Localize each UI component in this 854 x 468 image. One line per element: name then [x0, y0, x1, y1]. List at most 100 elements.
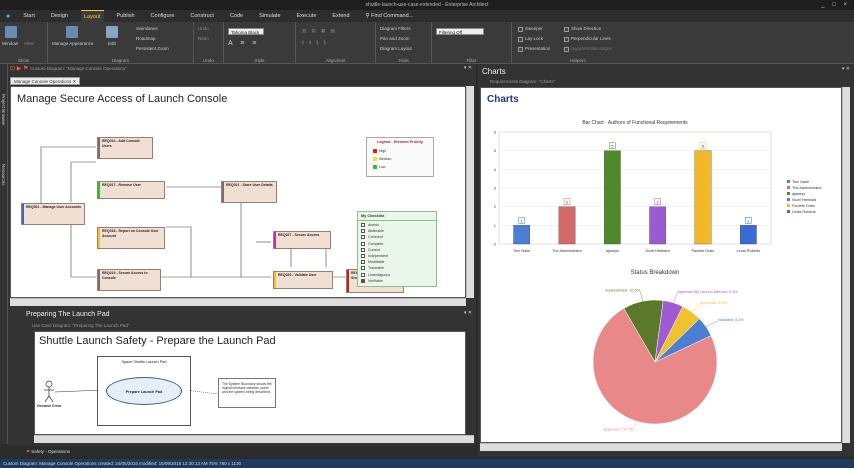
menu-simulate[interactable]: Simulate	[256, 10, 283, 22]
req-card-REQ020[interactable]: REQ020 - Validate User	[273, 271, 333, 289]
main-vertical-scrollbar[interactable]	[466, 86, 474, 298]
checkbox-icon[interactable]	[361, 235, 365, 240]
system-boundary[interactable]: Space Shuttle Launch Pad Prepare Launch …	[97, 356, 191, 426]
roadmap-button[interactable]: Roadmap	[136, 36, 156, 41]
align-buttons[interactable]: ▥ ▤ ▦ ▧	[302, 28, 337, 34]
group-label-alignment: Alignment	[325, 58, 346, 63]
checkbox-icon[interactable]	[361, 229, 365, 234]
req-card-REQ001[interactable]: REQ001 - Manage User Accounts	[21, 203, 85, 225]
redo-button[interactable]: Redo	[198, 36, 209, 41]
checkbox-icon[interactable]	[361, 223, 365, 228]
manage-appearance-button[interactable]: Manage Appearance	[52, 41, 94, 46]
menu-start[interactable]: Start	[20, 10, 38, 22]
font-select[interactable]: Tahoma Black	[228, 28, 264, 35]
window-button[interactable]: Window	[2, 41, 18, 46]
usecase-prepare-launch-pad[interactable]: Prepare Launch Pad	[106, 377, 182, 405]
sweeper-checkbox[interactable]	[518, 27, 523, 32]
lay-lock-checkbox[interactable]	[518, 37, 523, 42]
menu-execute[interactable]: Execute	[294, 10, 320, 22]
edit-icon[interactable]	[106, 26, 118, 38]
group-label-diagram: Diagram	[111, 58, 129, 63]
view-button[interactable]: View	[24, 41, 34, 46]
bar[interactable]	[558, 206, 576, 245]
perpendicular-lines-checkbox[interactable]	[564, 37, 569, 42]
menu-code[interactable]: Code	[227, 10, 246, 22]
sidebar-tab-project-browser[interactable]: Project Browser	[1, 94, 6, 126]
window-icon[interactable]	[5, 26, 17, 38]
find-command[interactable]: ⚲ Find Command...	[363, 10, 417, 22]
req-card-REQ021[interactable]: REQ021 - Store User Details	[221, 181, 277, 203]
bar[interactable]	[604, 150, 621, 245]
suppress-messages-checkbox[interactable]	[564, 47, 569, 52]
main-horizontal-scrollbar[interactable]	[10, 298, 466, 306]
y-tick-label: 3	[494, 186, 497, 191]
show-direction-label: Show Direction	[571, 26, 602, 31]
panel-controls[interactable]: ▾ ✕	[464, 65, 472, 71]
req-card-REQ027[interactable]: REQ027 - Secure Access	[273, 231, 331, 249]
ribbon-group-tools: Diagram Filters Pan and Zoom Diagram Lay…	[376, 22, 432, 64]
swimlanes-button[interactable]: Swimlanes	[136, 26, 158, 31]
distribute-buttons[interactable]: ⫴ ⫴ ⫼ ⫼	[302, 40, 328, 45]
group-label-style: Style	[254, 58, 265, 63]
checkbox-icon[interactable]	[361, 247, 365, 252]
pie-leader-line	[639, 291, 644, 302]
charts-vertical-scrollbar[interactable]	[842, 87, 850, 443]
show-direction-checkbox[interactable]	[564, 27, 569, 32]
panel-controls[interactable]: ▾ ✕	[842, 66, 850, 72]
diagram-filters-button[interactable]: Diagram Filters	[380, 26, 411, 31]
checkbox-icon[interactable]	[361, 254, 365, 259]
filter-select[interactable]: Filtering Off	[436, 28, 484, 35]
panel-controls[interactable]: ▾ ✕	[464, 310, 472, 316]
menu-configure[interactable]: Configure	[148, 10, 178, 22]
tab-safety-operations[interactable]: ⚑ Safety - Operations	[26, 447, 146, 456]
charts-horizontal-scrollbar[interactable]	[480, 443, 842, 451]
menu-publish[interactable]: Publish	[114, 10, 138, 22]
checklist-item[interactable]: Verifiable	[361, 278, 433, 284]
req-card-REQ014[interactable]: REQ014 - Add Console Users	[97, 137, 153, 159]
boundary-label: Space Shuttle Launch Pad	[121, 360, 167, 364]
menu-construct[interactable]: Construct	[187, 10, 217, 22]
checkbox-icon[interactable]	[361, 241, 365, 246]
tab-manage-console-operations[interactable]: Manage Console Operations ✕	[10, 77, 81, 85]
checkbox-icon[interactable]	[361, 266, 365, 271]
persistent-zoom-button[interactable]: Persistent Zoom	[136, 46, 169, 51]
pie-leader-line	[691, 303, 701, 313]
manage-appearance-icon[interactable]	[66, 26, 78, 38]
checkbox-icon[interactable]	[361, 260, 365, 265]
actor-ground-crew[interactable]: Ground Crew	[37, 404, 61, 408]
note-system-boundary[interactable]: The System Boundary shows the logical in…	[218, 378, 276, 408]
bottom-diagram-window: Preparing The Launch Pad ▾ ✕ Use Case Di…	[8, 308, 476, 446]
checkbox-icon[interactable]	[361, 272, 365, 277]
bottom-horizontal-scrollbar[interactable]	[34, 435, 474, 443]
sidebar-tab-resources[interactable]: Resources	[1, 164, 6, 186]
edit-button[interactable]: Edit	[108, 41, 116, 46]
presentation-checkbox[interactable]	[518, 47, 523, 52]
charts-canvas[interactable]: Charts Bar Chart - Authors of Functional…	[480, 87, 842, 443]
bar[interactable]	[513, 225, 530, 245]
status-bar: Custom Diagram: Manage Console Operation…	[0, 459, 854, 468]
req-card-REQ017[interactable]: REQ017 - Remove User	[97, 181, 165, 199]
window-controls[interactable]: _ □ ×	[821, 0, 850, 10]
menu-design[interactable]: Design	[48, 10, 71, 22]
bottom-breadcrumb: Use Case Diagram: "Preparing The Launch …	[32, 323, 130, 328]
bar[interactable]	[740, 225, 757, 245]
menu-layout[interactable]: Layout	[80, 9, 104, 23]
checklist-item-label: Complete	[368, 241, 384, 246]
undo-button[interactable]: Undo	[198, 26, 209, 31]
priority-bar	[98, 270, 100, 290]
main-diagram-canvas[interactable]: Manage Secure Access of Launch Console R…	[10, 86, 466, 298]
req-card-REQ019[interactable]: REQ019 - Secure Access to Console	[97, 269, 161, 291]
req-card-REQ018[interactable]: REQ018 - Report on Console User Account	[97, 227, 165, 249]
bar[interactable]	[694, 150, 712, 245]
menu-extend[interactable]: Extend	[329, 10, 352, 22]
bar[interactable]	[649, 206, 666, 245]
diagram-layout-button[interactable]: Diagram Layout	[380, 46, 412, 51]
checked-checkbox-icon[interactable]	[361, 278, 365, 283]
perpendicular-lines-label: Perpendicular Lines	[571, 36, 611, 41]
app-menu-icon[interactable]: ●	[6, 13, 10, 20]
pan-zoom-button[interactable]: Pan and Zoom	[380, 36, 410, 41]
pie-chart-title: Status Breakdown	[631, 270, 680, 276]
text-style-buttons[interactable]: A ≡ ≡	[228, 40, 259, 47]
bottom-diagram-canvas[interactable]: Shuttle Launch Safety - Prepare the Laun…	[34, 331, 466, 435]
diagram-toolbar-icons[interactable]: ⊡ ▶ ⚑	[10, 65, 28, 72]
